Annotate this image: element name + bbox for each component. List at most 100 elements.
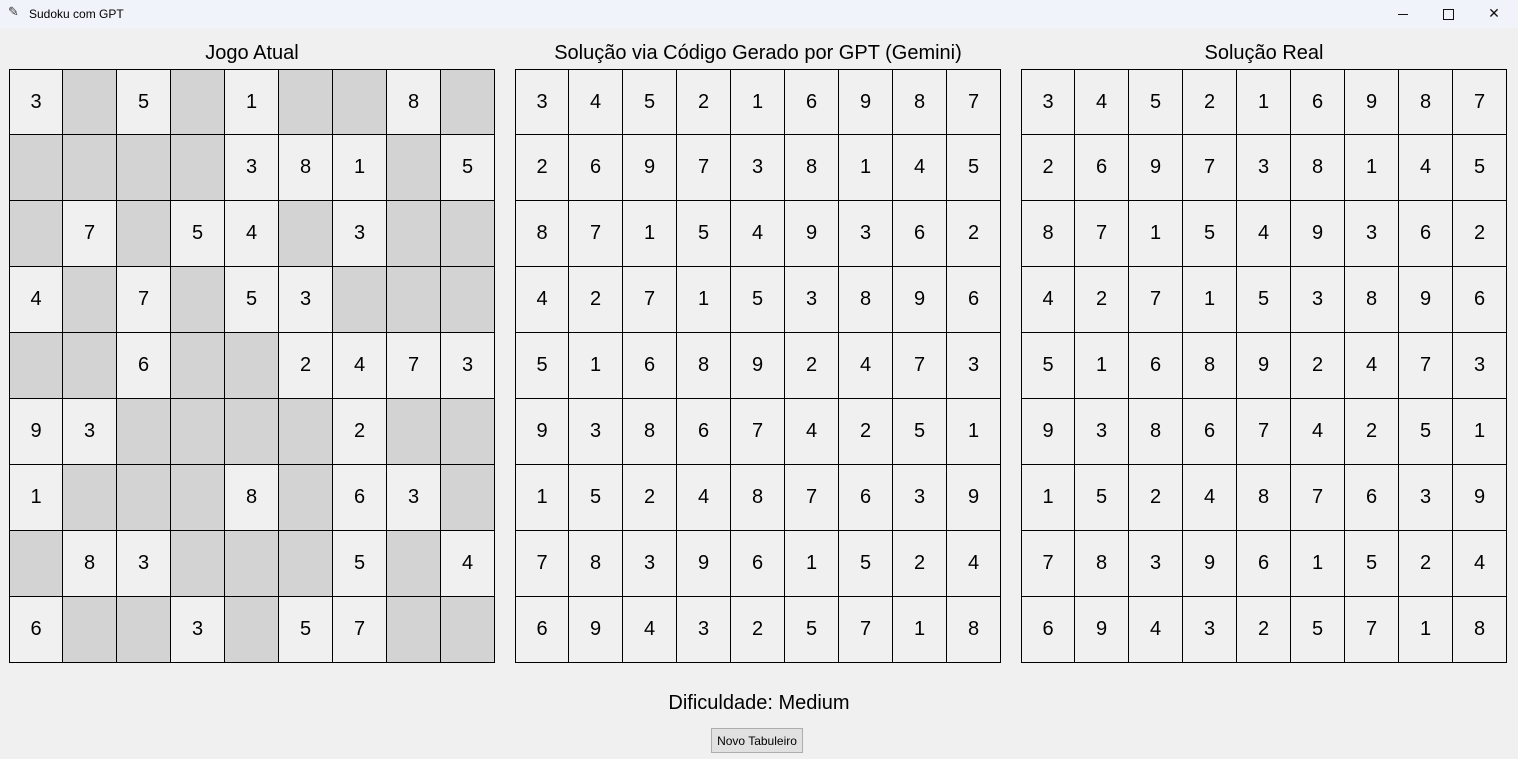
gpt-solution-cell: 5 <box>622 69 677 135</box>
current-game-cell[interactable]: 7 <box>62 200 117 267</box>
maximize-button[interactable] <box>1425 0 1471 28</box>
current-game-cell[interactable] <box>62 69 117 135</box>
real-solution-cell: 2 <box>1128 464 1183 531</box>
current-game-cell[interactable] <box>170 398 225 465</box>
current-game-cell[interactable] <box>9 332 63 399</box>
current-game-cell[interactable]: 6 <box>116 332 171 399</box>
real-solution-cell: 4 <box>1452 530 1507 597</box>
current-game-cell[interactable] <box>440 596 495 663</box>
current-game-cell[interactable]: 8 <box>62 530 117 597</box>
current-game-cell[interactable] <box>386 530 441 597</box>
current-game-cell[interactable] <box>440 200 495 267</box>
current-game-cell[interactable] <box>62 596 117 663</box>
current-game-cell[interactable] <box>116 596 171 663</box>
current-game-cell[interactable]: 2 <box>278 332 333 399</box>
current-game-cell[interactable] <box>224 530 279 597</box>
minimize-button[interactable] <box>1380 0 1426 28</box>
current-game-cell[interactable] <box>224 596 279 663</box>
current-game-cell[interactable] <box>170 530 225 597</box>
current-game-cell[interactable] <box>116 464 171 531</box>
current-game-cell[interactable]: 3 <box>9 69 63 135</box>
current-game-cell[interactable]: 6 <box>9 596 63 663</box>
current-game-cell[interactable]: 1 <box>224 69 279 135</box>
current-game-cell[interactable] <box>386 134 441 201</box>
gpt-solution-cell: 1 <box>784 530 839 597</box>
current-game-cell[interactable]: 1 <box>332 134 387 201</box>
current-game-cell[interactable]: 2 <box>332 398 387 465</box>
current-game-cell[interactable] <box>386 266 441 333</box>
current-game-cell[interactable]: 4 <box>332 332 387 399</box>
current-game-cell[interactable] <box>278 464 333 531</box>
gpt-solution-cell: 7 <box>946 69 1001 135</box>
current-game-cell[interactable]: 7 <box>332 596 387 663</box>
current-game-cell[interactable]: 5 <box>170 200 225 267</box>
current-game-cell[interactable] <box>332 266 387 333</box>
current-game-cell[interactable]: 5 <box>332 530 387 597</box>
current-game-cell[interactable]: 7 <box>116 266 171 333</box>
current-game-cell[interactable] <box>386 596 441 663</box>
current-game-cell[interactable] <box>224 398 279 465</box>
current-game-cell[interactable]: 5 <box>224 266 279 333</box>
new-board-button[interactable]: Novo Tabuleiro <box>711 728 803 753</box>
current-game-cell[interactable]: 3 <box>116 530 171 597</box>
current-game-cell[interactable] <box>440 266 495 333</box>
current-game-cell[interactable]: 4 <box>224 200 279 267</box>
current-game-cell[interactable]: 6 <box>332 464 387 531</box>
gpt-solution-cell: 4 <box>838 332 893 399</box>
current-game-cell[interactable]: 3 <box>278 266 333 333</box>
current-game-cell[interactable] <box>9 200 63 267</box>
current-game-cell[interactable] <box>386 398 441 465</box>
current-game-cell[interactable] <box>62 134 117 201</box>
current-game-cell[interactable]: 3 <box>386 464 441 531</box>
gpt-solution-cell: 8 <box>838 266 893 333</box>
current-game-cell[interactable]: 8 <box>386 69 441 135</box>
current-game-cell[interactable]: 7 <box>386 332 441 399</box>
minimize-icon <box>1398 13 1408 15</box>
current-game-cell[interactable] <box>278 200 333 267</box>
current-game-cell[interactable] <box>278 530 333 597</box>
current-game-cell[interactable] <box>386 200 441 267</box>
current-game-cell[interactable] <box>170 464 225 531</box>
current-game-cell[interactable]: 3 <box>224 134 279 201</box>
current-game-cell[interactable] <box>170 69 225 135</box>
current-game-cell[interactable]: 5 <box>116 69 171 135</box>
current-game-cell[interactable]: 9 <box>9 398 63 465</box>
current-game-cell[interactable]: 5 <box>440 134 495 201</box>
current-game-cell[interactable]: 8 <box>278 134 333 201</box>
current-game-cell[interactable] <box>9 134 63 201</box>
current-game-cell[interactable] <box>62 332 117 399</box>
current-game-cell[interactable] <box>440 464 495 531</box>
current-game-cell[interactable] <box>9 530 63 597</box>
gpt-solution-cell: 7 <box>838 596 893 663</box>
real-solution-cell: 7 <box>1452 69 1507 135</box>
current-game-cell[interactable] <box>62 464 117 531</box>
current-game-cell[interactable]: 5 <box>278 596 333 663</box>
current-game-cell[interactable] <box>332 69 387 135</box>
current-game-cell[interactable]: 3 <box>170 596 225 663</box>
current-game-cell[interactable]: 1 <box>9 464 63 531</box>
close-button[interactable]: ✕ <box>1471 0 1517 28</box>
current-game-cell[interactable] <box>116 200 171 267</box>
gpt-solution-cell: 6 <box>730 530 785 597</box>
gpt-solution-cell: 9 <box>946 464 1001 531</box>
current-game-cell[interactable]: 8 <box>224 464 279 531</box>
current-game-cell[interactable]: 4 <box>9 266 63 333</box>
current-game-cell[interactable] <box>62 266 117 333</box>
current-game-cell[interactable] <box>278 398 333 465</box>
current-game-cell[interactable] <box>224 332 279 399</box>
current-game-cell[interactable] <box>116 134 171 201</box>
current-game-cell[interactable]: 3 <box>440 332 495 399</box>
current-game-cell[interactable] <box>170 134 225 201</box>
current-game-cell[interactable] <box>440 69 495 135</box>
panel-title-current-game: Jogo Atual <box>205 42 299 64</box>
current-game-cell[interactable] <box>116 398 171 465</box>
current-game-cell[interactable] <box>278 69 333 135</box>
current-game-cell[interactable] <box>170 332 225 399</box>
gpt-solution-cell: 9 <box>784 200 839 267</box>
current-game-cell[interactable]: 3 <box>62 398 117 465</box>
current-game-cell[interactable] <box>440 398 495 465</box>
gpt-solution-cell: 2 <box>676 69 731 135</box>
current-game-cell[interactable]: 3 <box>332 200 387 267</box>
current-game-cell[interactable] <box>170 266 225 333</box>
current-game-cell[interactable]: 4 <box>440 530 495 597</box>
